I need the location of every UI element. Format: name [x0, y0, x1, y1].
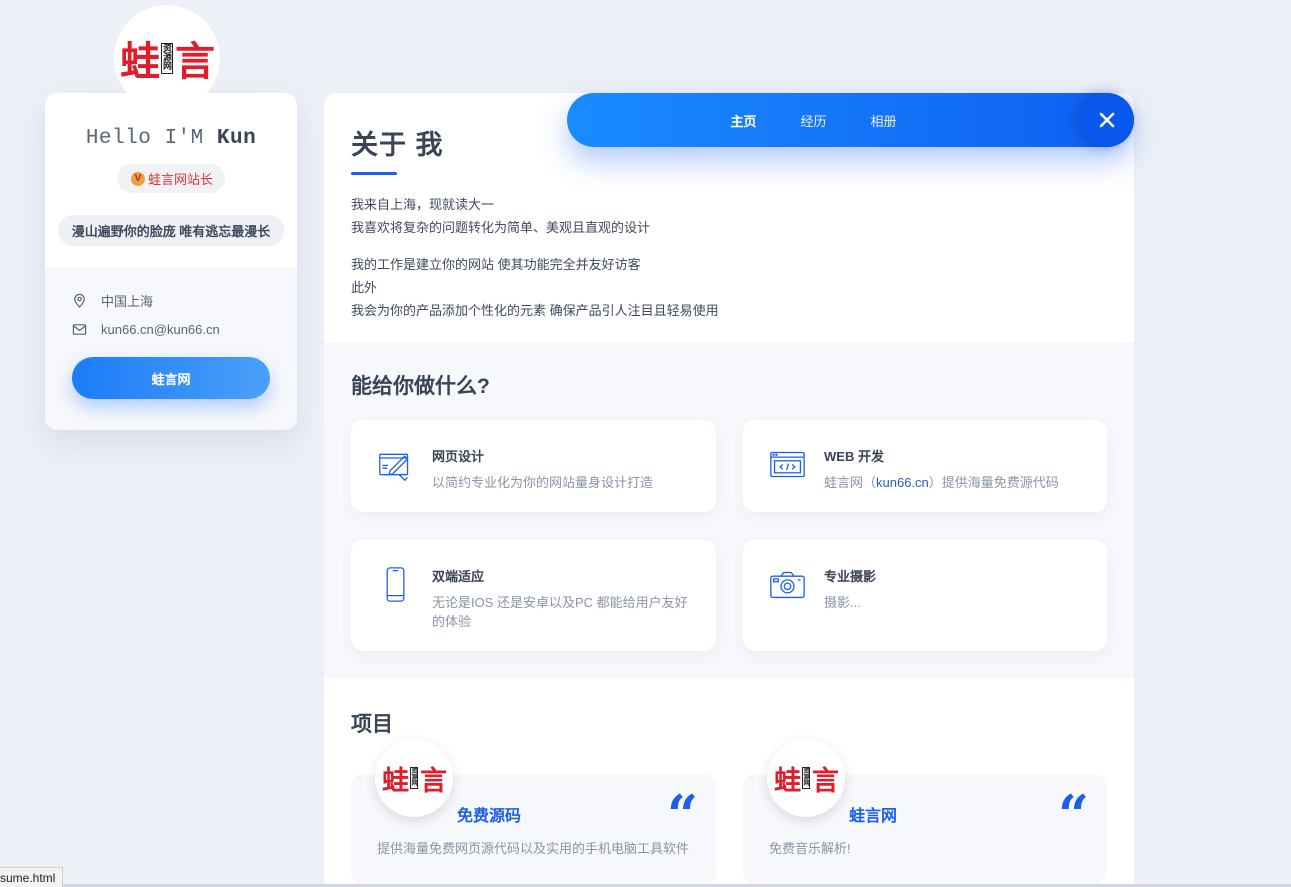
kun66-link[interactable]: kun66.cn — [876, 475, 929, 490]
project-logo: 蛙 资源网 言 — [375, 739, 453, 817]
project-logo: 蛙 资源网 言 — [767, 739, 845, 817]
location-text: 中国上海 — [101, 293, 154, 309]
about-paragraph-2: 我的工作是建立你的网站 使其功能完全并友好访客 此外 我会为你的产品添加个性化的元素… — [351, 257, 719, 318]
location-pin-icon — [74, 293, 85, 308]
role-badge-label: 蛙言网站长 — [147, 172, 213, 187]
profile-greeting: Hello I'M Kun — [85, 127, 257, 150]
email-row: kun66.cn@kun66.cn — [72, 318, 297, 340]
project-name: 免费源码 — [457, 808, 522, 825]
verified-icon: V — [130, 171, 145, 186]
service-card-web-dev[interactable]: WEB 开发 蛙言网（kun66.cn）提供海量免费源代码 — [743, 420, 1107, 512]
project-desc: 提供海量免费网页源代码以及实用的手机电脑工具软件 — [377, 841, 690, 856]
phone-icon — [386, 567, 405, 602]
role-badge: V 蛙言网站长 — [116, 164, 225, 193]
browser-status-bar: sume.html — [0, 867, 64, 887]
project-card-free-source[interactable]: 蛙 资源网 言 免费源码 “ 提供海量免费网页源代码以及实用的手机电脑工具软件 — [351, 739, 716, 884]
camera-icon — [770, 571, 805, 599]
projects-title: 项目 — [351, 713, 393, 736]
project-card-wayan[interactable]: 蛙 资源网 言 蛙言网 “ 免费音乐解析! — [743, 739, 1107, 884]
mail-icon — [72, 323, 87, 335]
code-window-icon — [770, 451, 805, 478]
profile-contact: 中国上海 kun66.cn@kun66.cn 蛙言网 — [45, 267, 297, 430]
site-button[interactable]: 蛙言网 — [72, 357, 270, 399]
profile-motto: 漫山遍野你的脸庞 唯有逃忘最漫长 — [57, 215, 285, 246]
quote-icon: “ — [666, 788, 698, 828]
profile-logo: 蛙 资源网 言 — [114, 5, 220, 111]
title-underline — [351, 172, 397, 175]
nav-item-album[interactable]: 相册 — [849, 111, 919, 130]
service-card-photography[interactable]: 专业摄影 摄影... — [743, 540, 1107, 651]
profile-header: Hello I'M Kun V 蛙言网站长 漫山遍野你的脸庞 唯有逃忘最漫长 — [45, 93, 297, 267]
nav-close-button[interactable] — [1080, 93, 1134, 147]
projects-section: 项目 蛙 资源网 言 免费源码 “ 提供海量免费网页源代码以及实用的手机电脑工具… — [324, 678, 1134, 884]
services-section: 能给你做什么? 网页设计 以简约专业化为你的网站量身设计打造 WEB 开发 蛙言… — [324, 342, 1134, 678]
nav-item-experience[interactable]: 经历 — [778, 111, 848, 130]
location-row: 中国上海 — [72, 289, 297, 311]
main-card: 关于 我 我来自上海，现就读大一 我喜欢将复杂的问题转化为简单、美观且直观的设计 … — [324, 93, 1134, 887]
close-icon — [1099, 112, 1115, 128]
service-card-web-design[interactable]: 网页设计 以简约专业化为你的网站量身设计打造 — [351, 420, 716, 512]
profile-card: Hello I'M Kun V 蛙言网站长 漫山遍野你的脸庞 唯有逃忘最漫长 中… — [45, 93, 297, 430]
quote-icon: “ — [1057, 788, 1089, 828]
about-paragraph-1: 我来自上海，现就读大一 我喜欢将复杂的问题转化为简单、美观且直观的设计 — [351, 197, 651, 235]
design-icon — [379, 453, 409, 482]
nav-item-home[interactable]: 主页 — [708, 111, 778, 130]
services-title: 能给你做什么? — [351, 375, 490, 398]
floating-nav: 主页 经历 相册 — [567, 93, 1134, 147]
project-name: 蛙言网 — [849, 808, 898, 825]
logo-mini-stack: 资源网 — [160, 42, 173, 74]
service-card-responsive[interactable]: 双端适应 无论是IOS 还是安卓以及PC 都能给用户友好的体验 — [351, 540, 716, 651]
project-desc: 免费音乐解析! — [769, 841, 851, 856]
email-text[interactable]: kun66.cn@kun66.cn — [101, 322, 220, 337]
